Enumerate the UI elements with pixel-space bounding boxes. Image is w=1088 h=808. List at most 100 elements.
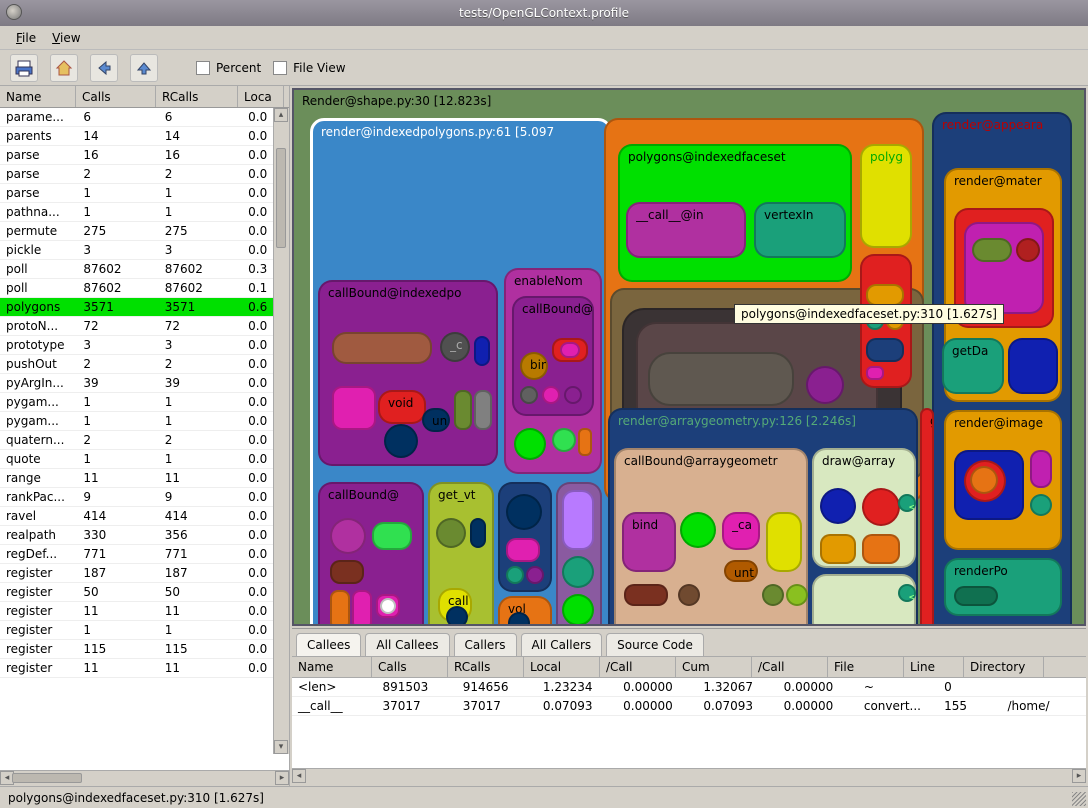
treemap-node[interactable] [972, 238, 1012, 262]
table-row[interactable]: permute2752750.0 [0, 222, 289, 241]
details-col-header[interactable]: /Call [600, 657, 676, 677]
treemap-node[interactable] [680, 512, 716, 548]
details-col-header[interactable]: File [828, 657, 904, 677]
scroll-up-icon[interactable]: ▴ [274, 108, 288, 122]
table-row[interactable]: pickle330.0 [0, 241, 289, 260]
col-header-rcalls[interactable]: RCalls [156, 86, 238, 107]
table-row[interactable]: parents14140.0 [0, 127, 289, 146]
treemap-node[interactable] [624, 584, 668, 606]
tab-all-callees[interactable]: All Callees [365, 633, 449, 656]
table-row[interactable]: poll87602876020.3 [0, 260, 289, 279]
details-col-header[interactable]: /Call [752, 657, 828, 677]
details-col-header[interactable]: Name [292, 657, 372, 677]
treemap-node[interactable] [332, 386, 376, 430]
treemap-node[interactable]: < [898, 584, 916, 602]
table-row[interactable]: pyArgIn...39390.0 [0, 374, 289, 393]
details-col-header[interactable]: Cum [676, 657, 752, 677]
table-row[interactable]: parse16160.0 [0, 146, 289, 165]
details-body[interactable]: <len>8915039146561.232340.000001.320670.… [292, 678, 1086, 768]
tab-callers[interactable]: Callers [454, 633, 517, 656]
menu-view[interactable]: View [46, 29, 86, 47]
table-row[interactable]: pygam...110.0 [0, 412, 289, 431]
table-row[interactable]: quatern...220.0 [0, 431, 289, 450]
table-row[interactable]: parame...660.0 [0, 108, 289, 127]
treemap-node[interactable] [330, 518, 366, 554]
percent-checkbox[interactable]: Percent [196, 61, 261, 75]
treemap-node[interactable] [970, 466, 998, 494]
treemap-node[interactable] [330, 590, 350, 626]
treemap-node[interactable]: un [422, 408, 450, 432]
treemap-node[interactable] [866, 338, 904, 362]
treemap-node[interactable] [562, 556, 594, 588]
vertical-scrollbar[interactable]: ▴ ▾ [273, 108, 289, 754]
treemap-node[interactable] [1030, 450, 1052, 488]
treemap-node[interactable] [862, 488, 900, 526]
treemap-node[interactable] [352, 590, 372, 626]
table-row[interactable]: realpath3303560.0 [0, 526, 289, 545]
treemap-node[interactable] [578, 428, 592, 456]
tab-source-code[interactable]: Source Code [606, 633, 704, 656]
back-button[interactable] [90, 54, 118, 82]
table-row[interactable]: rankPac...990.0 [0, 488, 289, 507]
treemap-node[interactable] [762, 584, 784, 606]
table-row[interactable]: pygam...110.0 [0, 393, 289, 412]
col-header-name[interactable]: Name [0, 86, 76, 107]
treemap-node[interactable] [786, 584, 808, 606]
table-row[interactable]: register11110.0 [0, 602, 289, 621]
treemap-node[interactable] [562, 594, 594, 626]
resize-grip[interactable] [1072, 792, 1086, 806]
print-button[interactable] [10, 54, 38, 82]
scroll-left-icon[interactable]: ◂ [292, 769, 306, 783]
treemap-node[interactable] [866, 366, 884, 380]
scroll-right-icon[interactable]: ▸ [1072, 769, 1086, 783]
function-list-body[interactable]: parame...660.0parents14140.0parse16160.0… [0, 108, 289, 770]
treemap-node[interactable] [1016, 238, 1040, 262]
tab-all-callers[interactable]: All Callers [521, 633, 603, 656]
col-header-local[interactable]: Loca [238, 86, 284, 107]
treemap-node[interactable] [474, 390, 492, 430]
table-row[interactable]: regDef...7717710.0 [0, 545, 289, 564]
treemap-node[interactable] [562, 490, 594, 550]
treemap-node[interactable] [514, 428, 546, 460]
horizontal-scrollbar[interactable]: ◂ ▸ [0, 770, 289, 786]
treemap-node[interactable] [678, 584, 700, 606]
treemap-node[interactable] [552, 428, 576, 452]
table-row[interactable]: prototype330.0 [0, 336, 289, 355]
treemap-node[interactable] [564, 386, 582, 404]
treemap-node[interactable] [380, 598, 396, 614]
scroll-thumb[interactable] [12, 773, 82, 783]
table-row[interactable]: register1151150.0 [0, 640, 289, 659]
treemap-node[interactable]: bind [622, 512, 676, 572]
treemap-node[interactable]: _ca [722, 512, 760, 550]
treemap-node[interactable]: bin [520, 352, 548, 380]
table-row[interactable]: __call__37017370170.070930.000000.070930… [292, 697, 1086, 716]
treemap-node[interactable]: vertexIn [754, 202, 846, 258]
treemap-node[interactable] [506, 566, 524, 584]
table-row[interactable]: polygons357135710.6 [0, 298, 289, 317]
table-row[interactable]: range11110.0 [0, 469, 289, 488]
treemap-node[interactable] [506, 538, 540, 562]
table-row[interactable]: parse220.0 [0, 165, 289, 184]
treemap-node[interactable] [806, 366, 844, 404]
table-row[interactable]: register11110.0 [0, 659, 289, 678]
treemap-node[interactable] [436, 518, 466, 548]
table-row[interactable]: register50500.0 [0, 583, 289, 602]
treemap-node[interactable] [474, 336, 490, 366]
table-row[interactable]: register110.0 [0, 621, 289, 640]
menu-file[interactable]: File [10, 29, 42, 47]
treemap-node[interactable] [520, 386, 538, 404]
treemap-node[interactable] [560, 342, 580, 358]
details-col-header[interactable]: Local [524, 657, 600, 677]
scroll-thumb[interactable] [276, 148, 286, 248]
details-col-header[interactable]: Directory [964, 657, 1044, 677]
details-col-header[interactable]: Calls [372, 657, 448, 677]
details-hscrollbar[interactable]: ◂ ▸ [292, 768, 1086, 784]
table-row[interactable]: ravel4144140.0 [0, 507, 289, 526]
treemap-node[interactable] [526, 566, 544, 584]
table-row[interactable]: <len>8915039146561.232340.000001.320670.… [292, 678, 1086, 697]
treemap-node[interactable] [1030, 494, 1052, 516]
scroll-down-icon[interactable]: ▾ [274, 740, 288, 754]
treemap-node[interactable]: g [920, 408, 934, 626]
col-header-calls[interactable]: Calls [76, 86, 156, 107]
treemap-node[interactable] [1008, 338, 1058, 394]
